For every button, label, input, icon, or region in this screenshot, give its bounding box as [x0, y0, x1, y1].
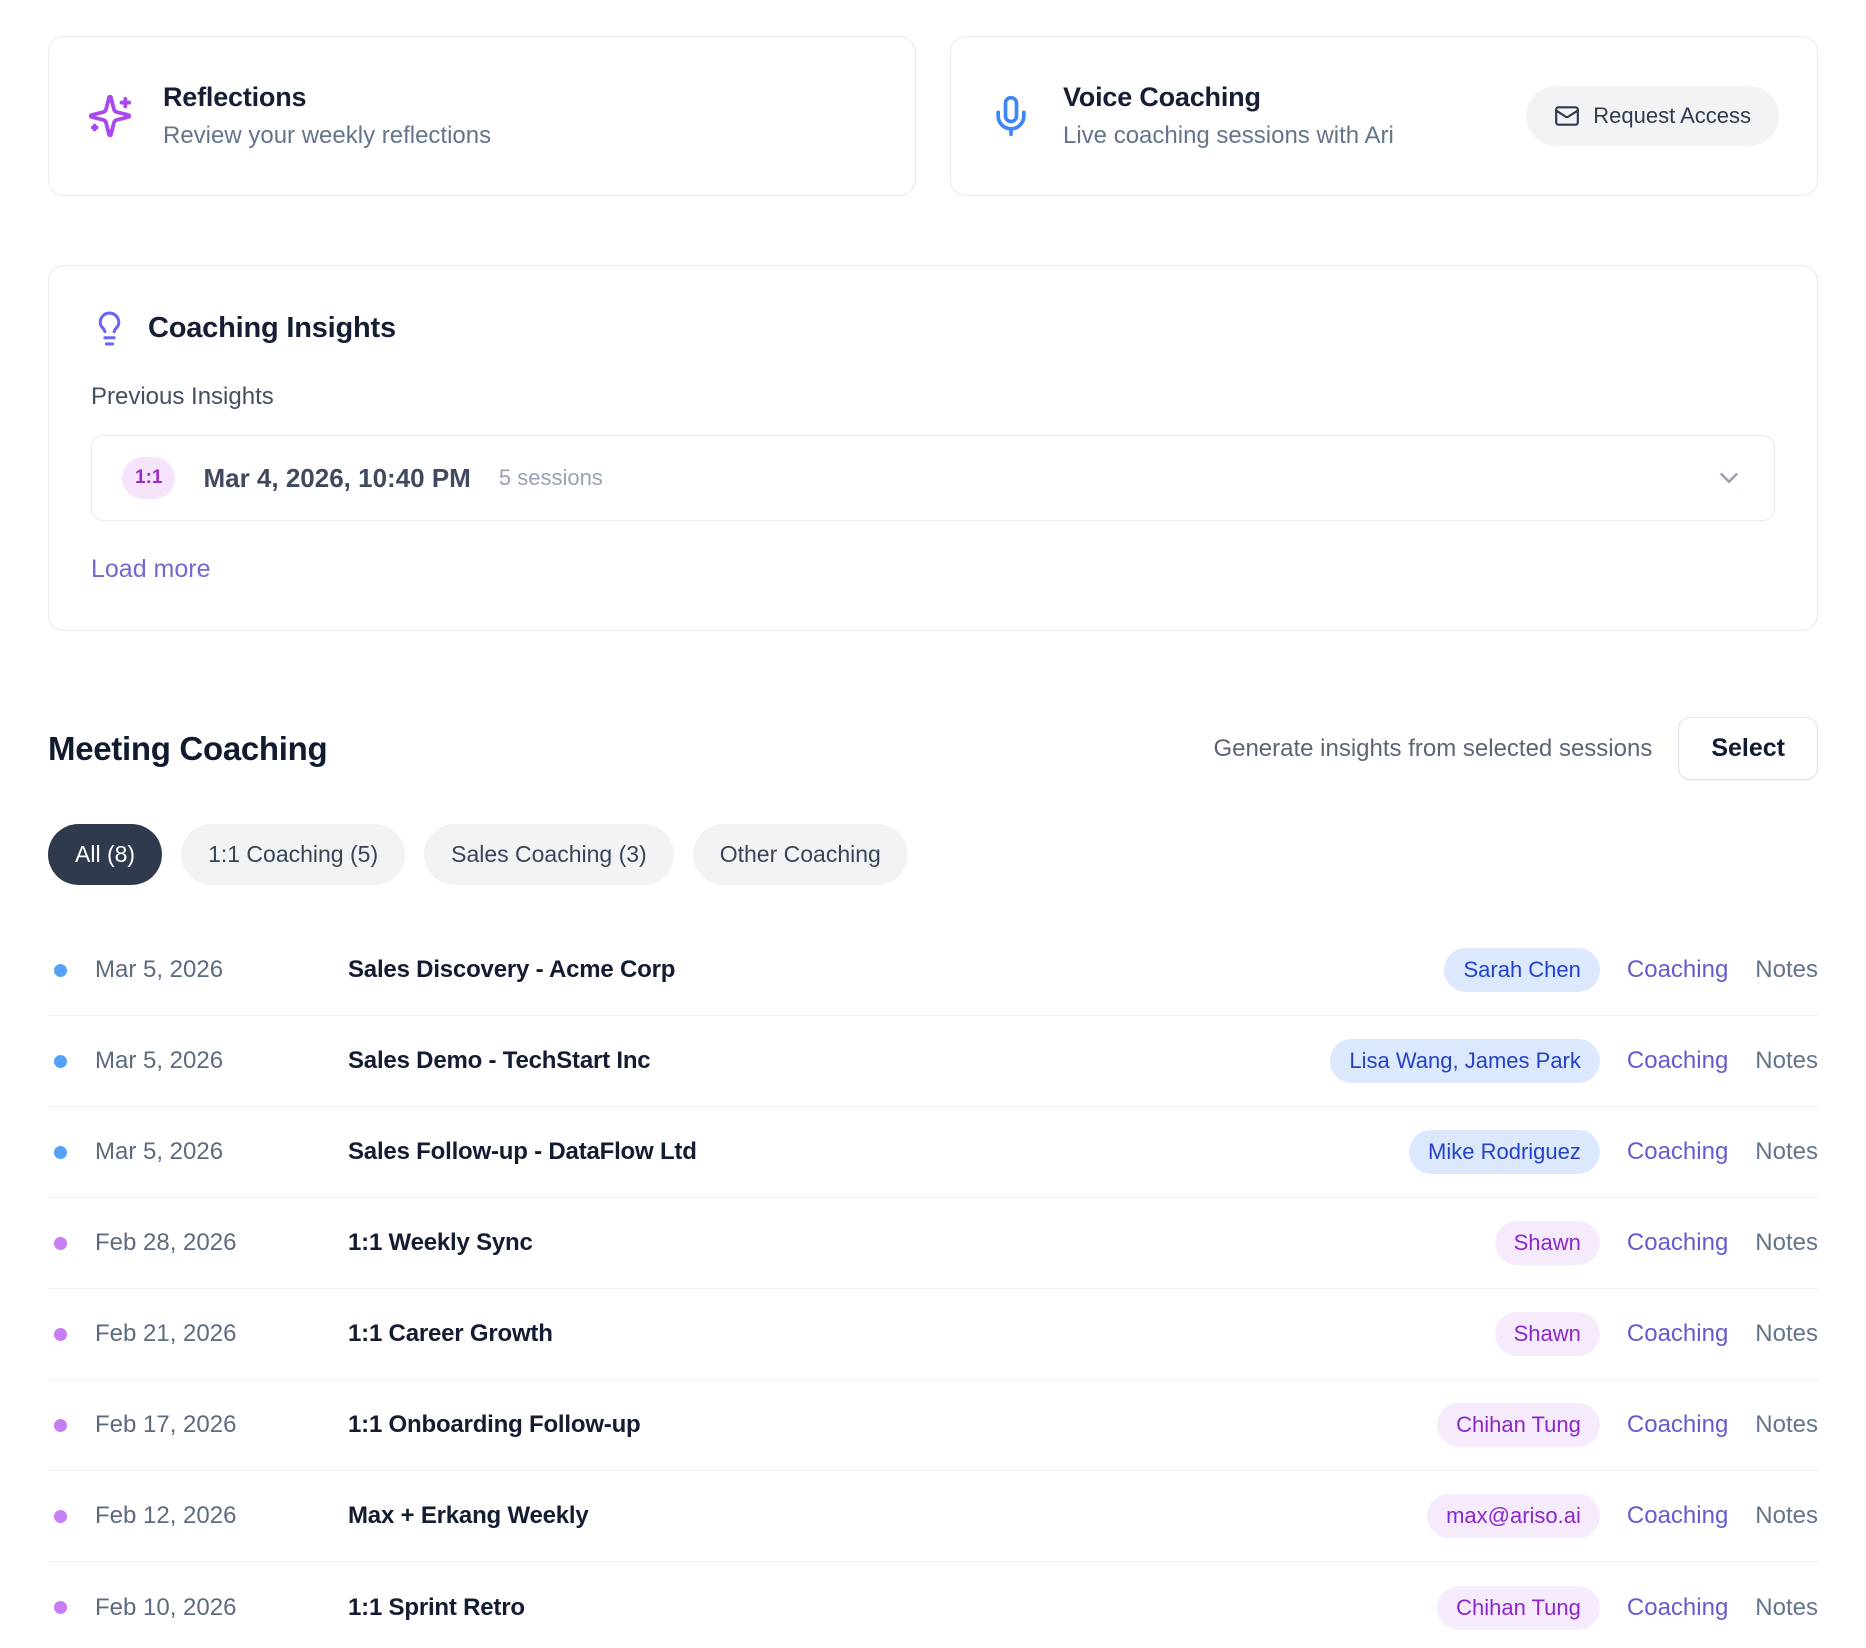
meeting-list: Mar 5, 2026 Sales Discovery - Acme Corp …: [48, 925, 1818, 1648]
participants-badge: Shawn: [1495, 1221, 1600, 1265]
meeting-row[interactable]: Feb 10, 2026 1:1 Sprint Retro Chihan Tun…: [48, 1562, 1818, 1648]
meeting-type-dot: [54, 964, 67, 977]
meeting-date: Mar 5, 2026: [95, 956, 348, 984]
notes-link[interactable]: Notes: [1755, 1411, 1818, 1439]
reflections-card[interactable]: Reflections Review your weekly reflectio…: [48, 36, 916, 196]
request-access-button[interactable]: Request Access: [1526, 86, 1779, 146]
meeting-date: Feb 12, 2026: [95, 1502, 348, 1530]
microphone-icon: [989, 94, 1033, 138]
notes-link[interactable]: Notes: [1755, 1138, 1818, 1166]
meeting-type-dot: [54, 1146, 67, 1159]
meeting-date: Mar 5, 2026: [95, 1047, 348, 1075]
coaching-link[interactable]: Coaching: [1627, 1594, 1728, 1622]
notes-link[interactable]: Notes: [1755, 1502, 1818, 1530]
meeting-row[interactable]: Feb 28, 2026 1:1 Weekly Sync Shawn Coach…: [48, 1198, 1818, 1289]
filter-1-1-coaching[interactable]: 1:1 Coaching (5): [181, 824, 405, 885]
chevron-down-icon[interactable]: [1714, 463, 1744, 493]
meeting-title: 1:1 Onboarding Follow-up: [348, 1411, 641, 1439]
generate-insights-hint: Generate insights from selected sessions: [1213, 735, 1652, 763]
insight-date: Mar 4, 2026, 10:40 PM: [203, 463, 470, 494]
mail-icon: [1554, 103, 1580, 129]
insight-type-badge: 1:1: [122, 457, 175, 499]
coaching-link[interactable]: Coaching: [1627, 1229, 1728, 1257]
meeting-date: Mar 5, 2026: [95, 1138, 348, 1166]
coaching-link[interactable]: Coaching: [1627, 1047, 1728, 1075]
participants-badge: Shawn: [1495, 1312, 1600, 1356]
meeting-row[interactable]: Mar 5, 2026 Sales Follow-up - DataFlow L…: [48, 1107, 1818, 1198]
coaching-insights-card: Coaching Insights Previous Insights 1:1 …: [48, 265, 1818, 631]
meeting-type-dot: [54, 1055, 67, 1068]
reflections-title: Reflections: [163, 82, 491, 113]
coaching-insights-header: Coaching Insights: [91, 310, 1775, 347]
coaching-insights-title: Coaching Insights: [148, 312, 396, 345]
meeting-title: Sales Follow-up - DataFlow Ltd: [348, 1138, 697, 1166]
select-button[interactable]: Select: [1678, 717, 1818, 780]
coaching-link[interactable]: Coaching: [1627, 1411, 1728, 1439]
lightbulb-icon: [91, 310, 128, 347]
voice-coaching-title: Voice Coaching: [1063, 82, 1394, 113]
coaching-link[interactable]: Coaching: [1627, 1502, 1728, 1530]
notes-link[interactable]: Notes: [1755, 1594, 1818, 1622]
meeting-filters: All (8) 1:1 Coaching (5) Sales Coaching …: [48, 824, 1818, 885]
meeting-type-dot: [54, 1328, 67, 1341]
meeting-title: Sales Discovery - Acme Corp: [348, 956, 675, 984]
meeting-row[interactable]: Mar 5, 2026 Sales Discovery - Acme Corp …: [48, 925, 1818, 1016]
load-more-link[interactable]: Load more: [91, 555, 211, 584]
meeting-title: 1:1 Career Growth: [348, 1320, 553, 1348]
feature-cards-row: Reflections Review your weekly reflectio…: [48, 36, 1818, 196]
notes-link[interactable]: Notes: [1755, 1229, 1818, 1257]
meeting-title: Sales Demo - TechStart Inc: [348, 1047, 650, 1075]
meeting-title: 1:1 Weekly Sync: [348, 1229, 533, 1257]
meeting-type-dot: [54, 1237, 67, 1250]
insight-entry-row[interactable]: 1:1 Mar 4, 2026, 10:40 PM 5 sessions: [91, 435, 1775, 521]
coaching-link[interactable]: Coaching: [1627, 956, 1728, 984]
filter-other-coaching[interactable]: Other Coaching: [693, 824, 908, 885]
participants-badge: Chihan Tung: [1437, 1586, 1600, 1630]
meeting-coaching-title: Meeting Coaching: [48, 730, 327, 768]
meeting-date: Feb 21, 2026: [95, 1320, 348, 1348]
voice-coaching-subtitle: Live coaching sessions with Ari: [1063, 122, 1394, 150]
participants-badge: Chihan Tung: [1437, 1403, 1600, 1447]
insight-session-count: 5 sessions: [499, 465, 603, 491]
meeting-coaching-header: Meeting Coaching Generate insights from …: [48, 717, 1818, 780]
coaching-link[interactable]: Coaching: [1627, 1320, 1728, 1348]
previous-insights-label: Previous Insights: [91, 383, 1775, 411]
participants-badge: Sarah Chen: [1444, 948, 1599, 992]
meeting-date: Feb 10, 2026: [95, 1594, 348, 1622]
filter-sales-coaching[interactable]: Sales Coaching (3): [424, 824, 674, 885]
coaching-page: Reflections Review your weekly reflectio…: [0, 0, 1866, 1648]
meeting-row[interactable]: Feb 17, 2026 1:1 Onboarding Follow-up Ch…: [48, 1380, 1818, 1471]
notes-link[interactable]: Notes: [1755, 1320, 1818, 1348]
meeting-title: Max + Erkang Weekly: [348, 1502, 589, 1530]
notes-link[interactable]: Notes: [1755, 956, 1818, 984]
notes-link[interactable]: Notes: [1755, 1047, 1818, 1075]
participants-badge: Mike Rodriguez: [1409, 1130, 1600, 1174]
meeting-row[interactable]: Feb 21, 2026 1:1 Career Growth Shawn Coa…: [48, 1289, 1818, 1380]
reflections-subtitle: Review your weekly reflections: [163, 122, 491, 150]
meeting-title: 1:1 Sprint Retro: [348, 1594, 525, 1622]
meeting-date: Feb 28, 2026: [95, 1229, 348, 1257]
voice-coaching-card: Voice Coaching Live coaching sessions wi…: [950, 36, 1818, 196]
filter-all[interactable]: All (8): [48, 824, 162, 885]
meeting-type-dot: [54, 1601, 67, 1614]
meeting-row[interactable]: Feb 12, 2026 Max + Erkang Weekly max@ari…: [48, 1471, 1818, 1562]
meeting-type-dot: [54, 1510, 67, 1523]
participants-badge: Lisa Wang, James Park: [1330, 1039, 1600, 1083]
request-access-label: Request Access: [1593, 103, 1751, 129]
meeting-type-dot: [54, 1419, 67, 1432]
meeting-date: Feb 17, 2026: [95, 1411, 348, 1439]
coaching-link[interactable]: Coaching: [1627, 1138, 1728, 1166]
meeting-row[interactable]: Mar 5, 2026 Sales Demo - TechStart Inc L…: [48, 1016, 1818, 1107]
participants-badge: max@ariso.ai: [1427, 1494, 1600, 1538]
sparkles-icon: [87, 93, 133, 139]
